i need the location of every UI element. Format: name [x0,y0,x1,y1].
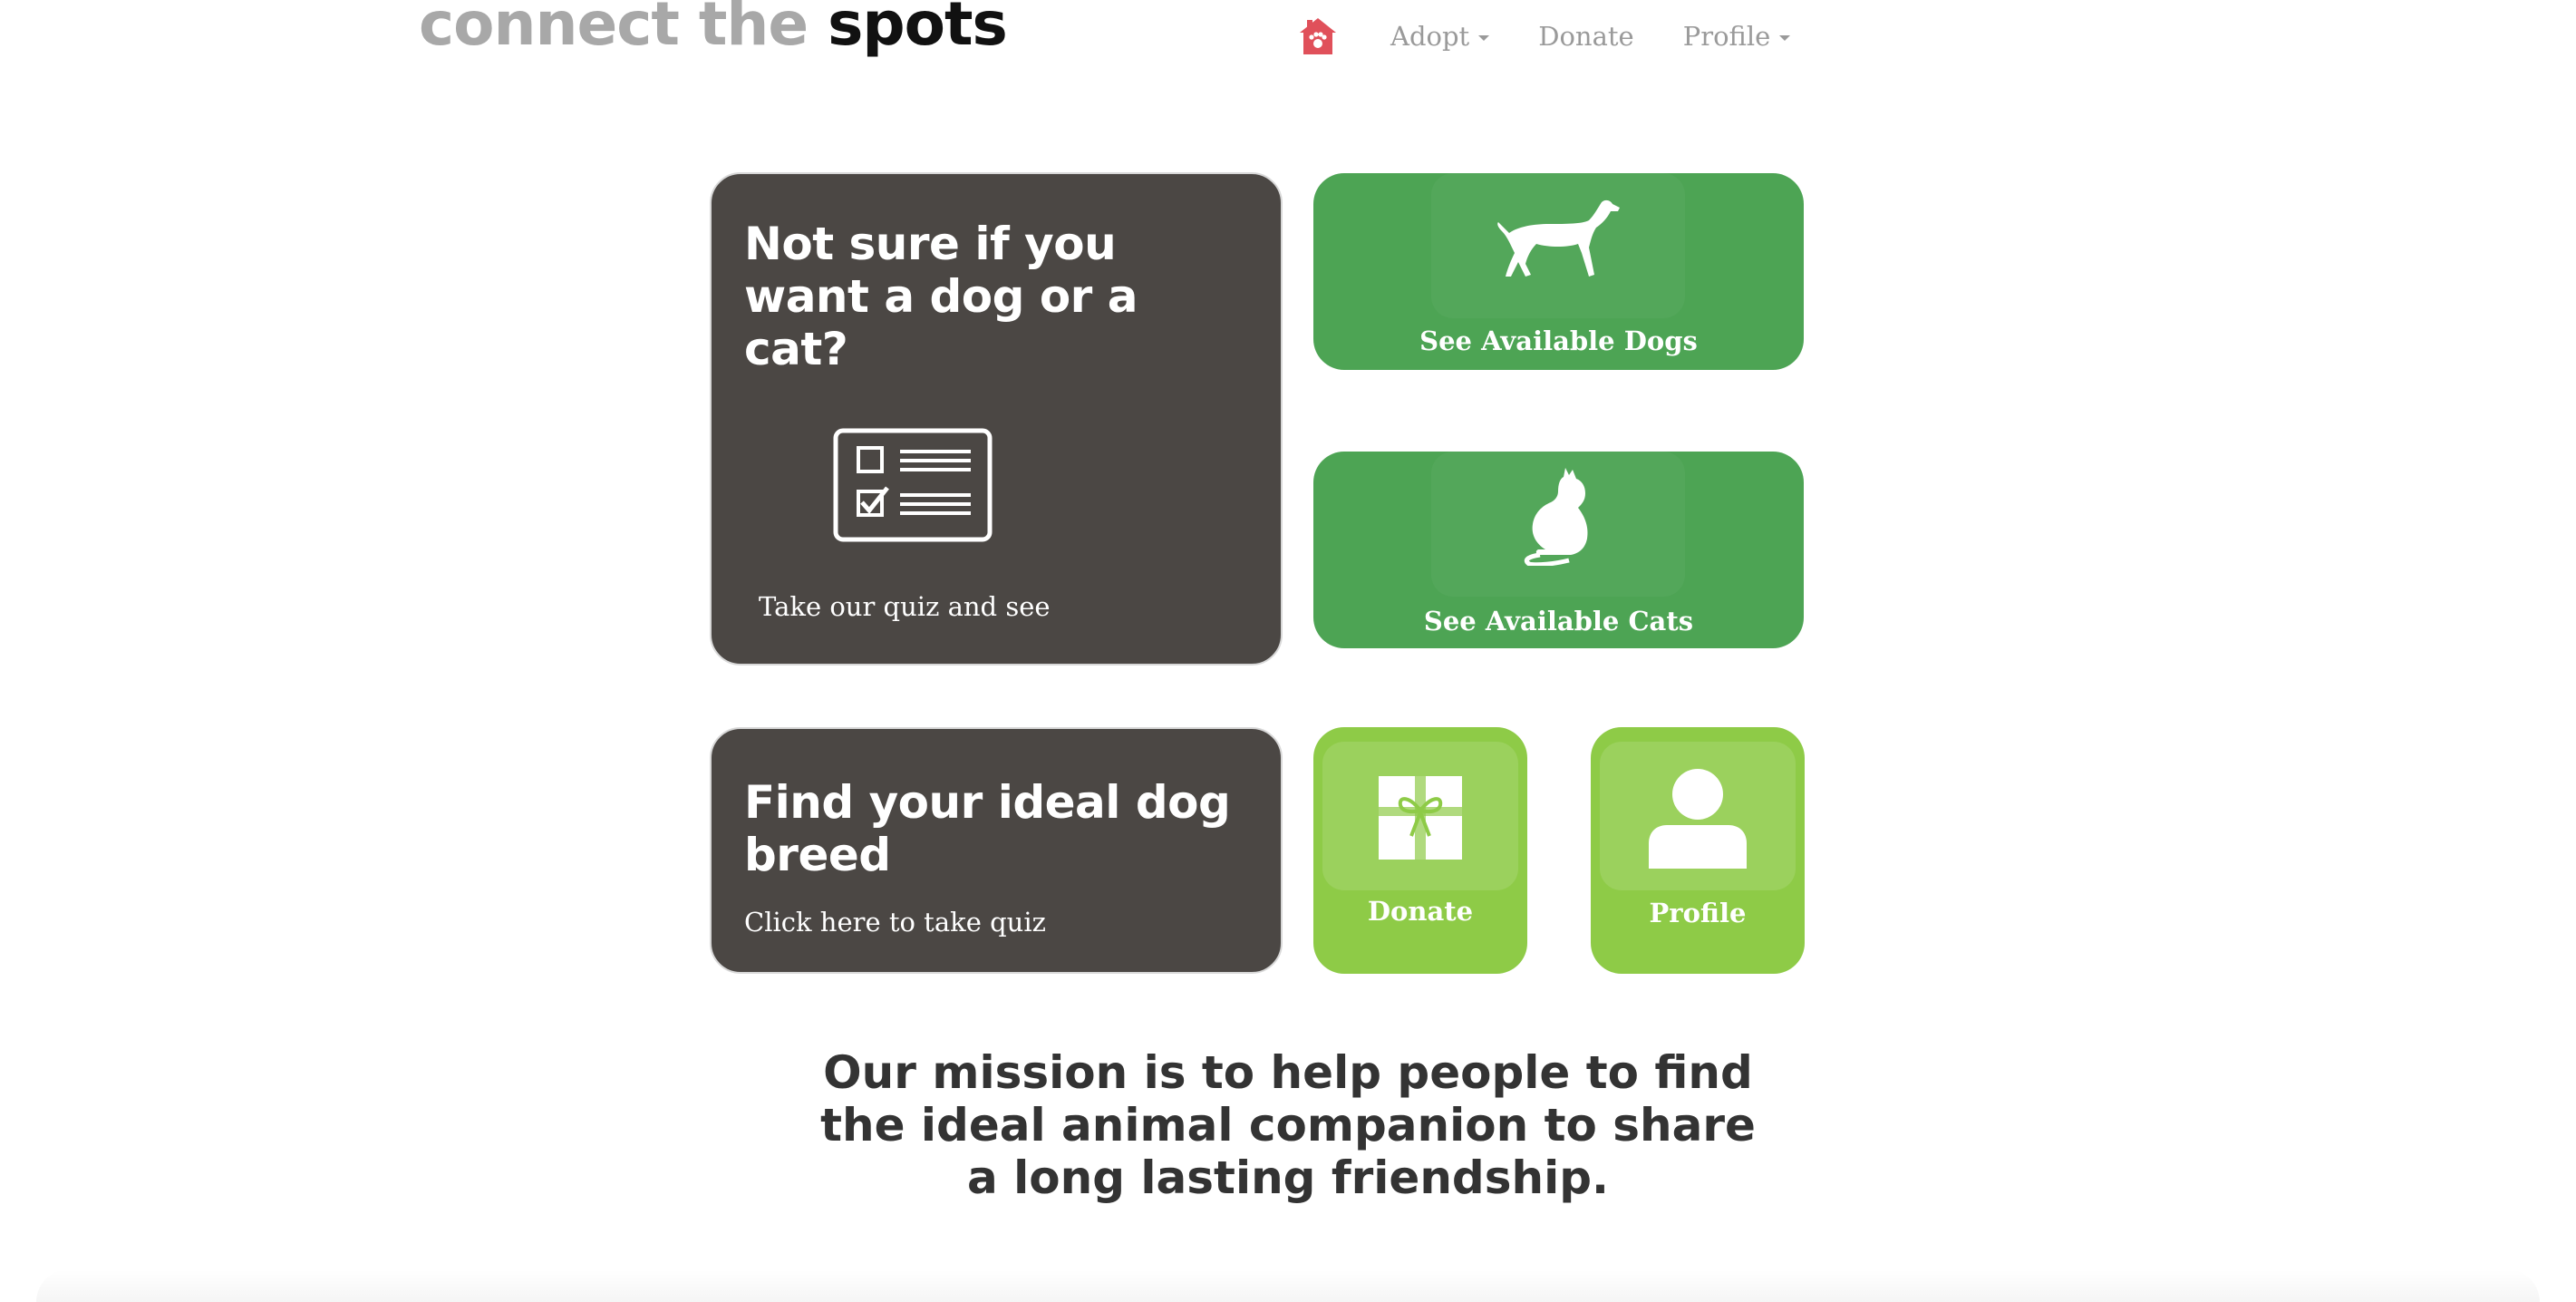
user-icon [1649,769,1747,869]
available-dogs-label: See Available Dogs [1419,326,1698,356]
chevron-down-icon [1478,35,1490,41]
brand-light-text: connect the [419,0,809,59]
page: connect the spots Adopt Donate Profile N… [0,0,2576,1302]
breed-quiz-subtext: Click here to take quiz [744,907,1046,938]
donate-label: Donate [1367,896,1474,927]
house-paw-icon[interactable] [1296,15,1340,58]
available-cats-card[interactable]: See Available Cats [1313,452,1804,648]
pet-quiz-card[interactable]: Not sure if you want a dog or a cat? Tak… [710,172,1283,666]
brand-dark-text: spots [828,0,1008,59]
breed-quiz-card[interactable]: Find your ideal dog breed Click here to … [710,727,1283,974]
available-dogs-card[interactable]: See Available Dogs [1313,173,1804,370]
footer-edge [36,1269,2540,1302]
top-nav: Adopt Donate Profile [1296,11,1839,62]
mission-line-1: Our mission is to help people to find [823,1046,1753,1099]
profile-card[interactable]: Profile [1591,727,1805,974]
mission-line-3: a long lasting friendship. [966,1151,1610,1204]
dog-icon [1497,199,1620,277]
gift-icon [1379,776,1462,860]
breed-quiz-heading: Find your ideal dog breed [744,776,1231,881]
mission-statement: Our mission is to help people to find th… [816,1046,1760,1204]
available-cats-label: See Available Cats [1423,606,1694,636]
checklist-icon [833,428,993,542]
nav-profile-dropdown[interactable]: Profile [1683,21,1791,52]
cat-icon [1524,468,1588,566]
nav-donate-link[interactable]: Donate [1538,21,1634,52]
mission-line-2: the ideal animal companion to share [820,1099,1756,1151]
brand-logo[interactable]: connect the spots [419,0,1008,59]
chevron-down-icon [1779,35,1791,41]
profile-label: Profile [1649,898,1747,928]
nav-adopt-label: Adopt [1390,21,1470,52]
nav-profile-label: Profile [1682,21,1771,52]
donate-card[interactable]: Donate [1313,727,1527,974]
pet-quiz-heading: Not sure if you want a dog or a cat? [744,218,1138,375]
nav-adopt-dropdown[interactable]: Adopt [1390,21,1490,52]
pet-quiz-subtext: Take our quiz and see [759,591,1051,622]
nav-donate-label: Donate [1538,21,1634,52]
